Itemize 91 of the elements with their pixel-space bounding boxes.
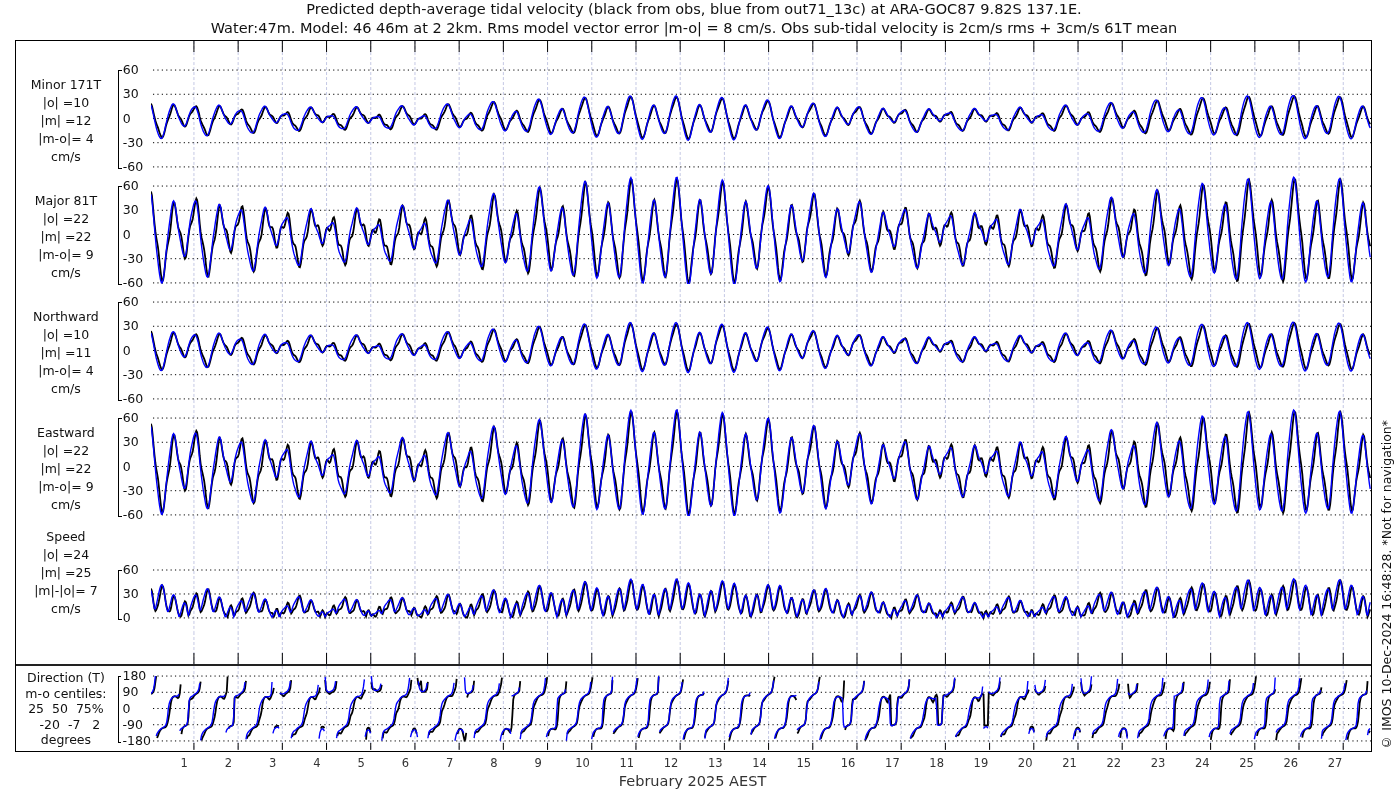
chart-title: Predicted depth-average tidal velocity (black from obs, blue from out71_13c) at ARA-GOC87 9.82S 137.1E. bbox=[306, 0, 1082, 19]
x-tick-label: 16 bbox=[839, 755, 857, 772]
y-tick-label: -60 bbox=[122, 159, 144, 175]
y-tick-label: 0 bbox=[122, 700, 132, 717]
panel-label: |m-o|= 9 bbox=[38, 246, 94, 264]
panel-label: Northward bbox=[33, 308, 99, 326]
x-tick-label: 7 bbox=[445, 755, 455, 772]
panel-label: m-o centiles: bbox=[25, 685, 107, 701]
x-tick-label: 10 bbox=[574, 755, 591, 772]
x-tick-label: 20 bbox=[1016, 755, 1034, 772]
y-tick-label: 0 bbox=[122, 226, 132, 243]
panel-label: |m| =25 bbox=[40, 564, 92, 582]
panel-label: cm/s bbox=[51, 496, 81, 514]
x-axis-label: February 2025 AEST bbox=[617, 772, 768, 790]
y-tick-label: 0 bbox=[122, 610, 132, 626]
panel-label: cm/s bbox=[51, 380, 81, 398]
y-tick-label: -90 bbox=[122, 716, 144, 733]
panel-label: |o| =10 bbox=[42, 94, 90, 112]
y-tick-label: -180 bbox=[122, 733, 151, 749]
y-tick-label: -60 bbox=[122, 391, 144, 407]
y-axis-line bbox=[117, 676, 122, 743]
panel-label: Direction (T) bbox=[27, 670, 105, 686]
panel-label: |m-o|= 9 bbox=[38, 478, 94, 496]
panel-label: |m| =22 bbox=[40, 460, 92, 478]
y-tick-label: 90 bbox=[122, 684, 140, 701]
y-tick-label: -30 bbox=[122, 482, 144, 499]
y-tick-label: 60 bbox=[122, 562, 139, 578]
panel-label: 25 50 75% bbox=[28, 701, 104, 717]
panel-label: Speed bbox=[46, 528, 86, 546]
x-tick-label: 14 bbox=[751, 755, 768, 772]
x-tick-label: 9 bbox=[533, 755, 543, 772]
panel-label: |m| =12 bbox=[40, 112, 92, 130]
x-tick-label: 27 bbox=[1326, 755, 1344, 772]
x-tick-label: 26 bbox=[1282, 755, 1300, 772]
x-tick-label: 23 bbox=[1149, 755, 1167, 772]
y-tick-label: -60 bbox=[122, 275, 144, 291]
x-tick-label: 8 bbox=[489, 755, 499, 772]
y-tick-label: 60 bbox=[122, 178, 140, 194]
x-tick-label: 13 bbox=[707, 755, 724, 772]
panel-label: cm/s bbox=[51, 264, 81, 282]
y-tick-label: 60 bbox=[122, 294, 140, 310]
x-tick-label: 21 bbox=[1061, 755, 1078, 772]
panel-label: cm/s bbox=[51, 600, 81, 618]
panel-label: -20 -7 2 bbox=[38, 716, 101, 732]
panel-label: |o| =24 bbox=[42, 546, 90, 564]
x-tick-label: 2 bbox=[223, 755, 234, 772]
copyright-note: © IMOS 10-Dec-2024 16:48:28. *Not for navigation* bbox=[1378, 420, 1394, 750]
y-tick-label: -30 bbox=[122, 366, 144, 383]
x-tick-label: 11 bbox=[618, 755, 636, 772]
y-axis-line bbox=[117, 570, 122, 620]
x-tick-label: 18 bbox=[928, 755, 945, 772]
y-tick-label: 0 bbox=[122, 342, 132, 359]
y-tick-label: 30 bbox=[122, 86, 140, 103]
panel-label: Minor 171T bbox=[30, 76, 102, 94]
panel-label: |o| =22 bbox=[42, 210, 90, 228]
y-tick-label: 180 bbox=[122, 668, 148, 684]
y-tick-label: -30 bbox=[122, 250, 144, 267]
y-tick-label: -30 bbox=[122, 134, 144, 151]
chart-title: Water:47m. Model: 46 46m at 2 2km. Rms model vector error |m-o| = 8 cm/s. Obs sub-tidal velocity is 2cm/s rms + 3cm/s 61T mean bbox=[210, 19, 1178, 38]
y-tick-label: 0 bbox=[122, 110, 132, 127]
x-tick-label: 3 bbox=[268, 755, 278, 772]
y-tick-label: 0 bbox=[122, 458, 132, 475]
panel-label: |m-o|= 4 bbox=[38, 130, 94, 148]
x-tick-label: 15 bbox=[795, 755, 813, 772]
y-tick-label: 60 bbox=[122, 62, 140, 78]
x-tick-label: 1 bbox=[179, 755, 189, 772]
panel-label: Major 81T bbox=[34, 192, 98, 210]
panel-label: |m|-|o|= 7 bbox=[34, 582, 98, 600]
y-tick-label: 60 bbox=[122, 410, 140, 426]
panel-label: |m| =11 bbox=[40, 344, 92, 362]
panel-label: |o| =22 bbox=[42, 442, 90, 460]
panel-label: |m-o|= 4 bbox=[38, 362, 94, 380]
panel-label: cm/s bbox=[51, 148, 81, 166]
panel-label: |m| =22 bbox=[40, 228, 92, 246]
panel-label: Eastward bbox=[37, 424, 95, 442]
y-tick-label: 30 bbox=[122, 202, 140, 219]
x-tick-label: 25 bbox=[1238, 755, 1255, 772]
x-tick-label: 19 bbox=[972, 755, 990, 772]
x-tick-label: 4 bbox=[312, 755, 322, 772]
y-tick-label: 30 bbox=[122, 434, 140, 451]
x-tick-label: 12 bbox=[662, 755, 680, 772]
y-tick-label: -60 bbox=[122, 507, 144, 523]
x-tick-label: 24 bbox=[1193, 755, 1211, 772]
panel-label: degrees bbox=[40, 732, 92, 748]
x-tick-label: 6 bbox=[400, 755, 411, 772]
x-tick-label: 22 bbox=[1105, 755, 1123, 772]
x-tick-label: 5 bbox=[356, 755, 366, 772]
panel-label: |o| =10 bbox=[42, 326, 90, 344]
y-tick-label: 30 bbox=[122, 586, 139, 602]
y-tick-label: 30 bbox=[122, 318, 140, 335]
x-tick-label: 17 bbox=[884, 755, 901, 772]
